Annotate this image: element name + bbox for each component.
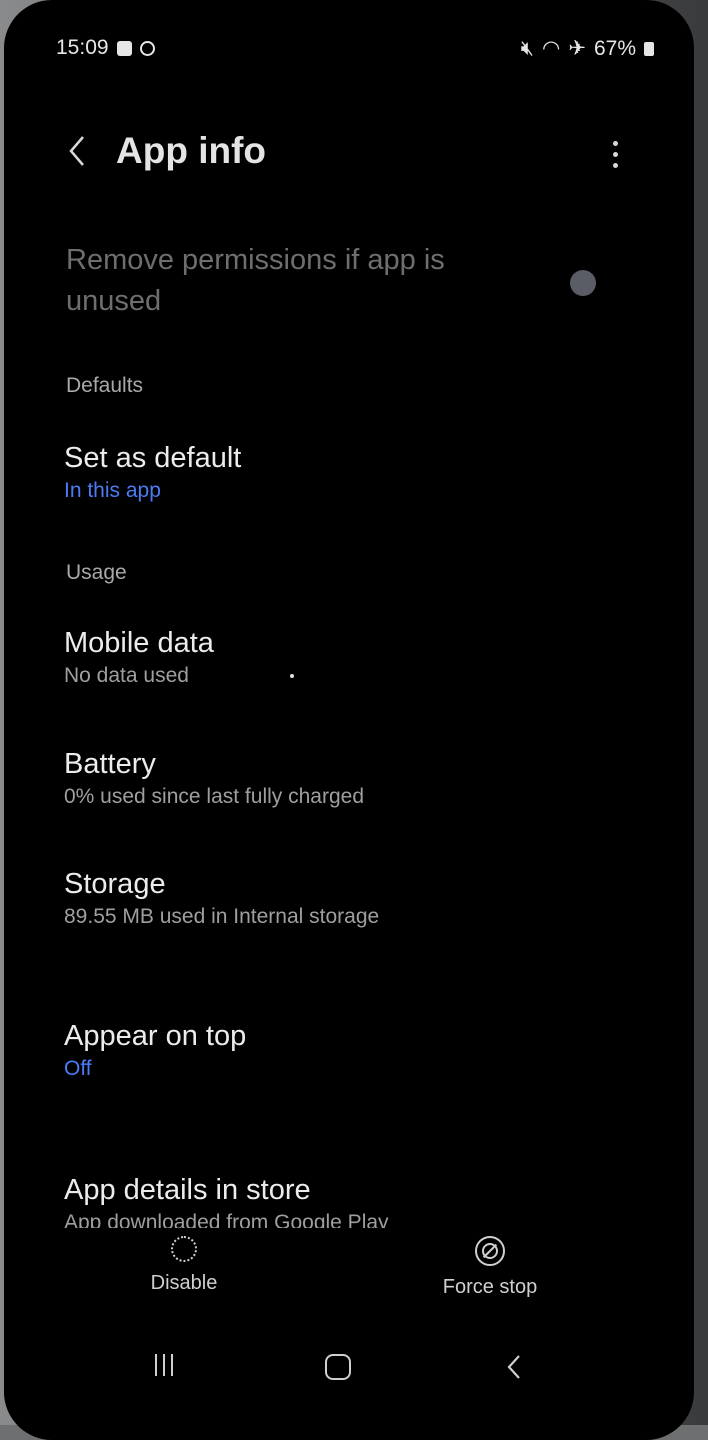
set-as-default-subtitle: In this app bbox=[64, 479, 161, 502]
mobile-data-subtitle: No data used bbox=[64, 664, 189, 687]
battery-item[interactable]: Battery 0% used since last fully charged bbox=[64, 746, 364, 812]
force-stop-button[interactable]: Force stop bbox=[426, 1236, 554, 1299]
appear-on-top-subtitle: Off bbox=[64, 1057, 92, 1080]
disable-icon bbox=[171, 1236, 197, 1262]
mobile-data-item[interactable]: Mobile data No data used bbox=[64, 625, 214, 691]
touch-dot bbox=[290, 674, 294, 678]
mute-icon: 🔇︎ bbox=[520, 36, 535, 60]
sync-icon bbox=[139, 40, 155, 56]
remove-permissions-row[interactable]: Remove permissions if app is unused bbox=[50, 232, 634, 334]
battery-subtitle: 0% used since last fully charged bbox=[64, 785, 364, 808]
recents-icon bbox=[152, 1353, 176, 1381]
airplane-icon: ✈ bbox=[568, 37, 586, 60]
remove-permissions-toggle[interactable] bbox=[570, 270, 596, 296]
set-as-default-item[interactable]: Set as default In this app bbox=[64, 440, 241, 506]
notification-icon bbox=[116, 40, 132, 56]
force-stop-label: Force stop bbox=[442, 1276, 538, 1298]
chevron-left-icon bbox=[69, 136, 84, 166]
app-details-title: App details in store bbox=[64, 1174, 311, 1206]
disable-label: Disable bbox=[150, 1272, 218, 1294]
home-icon bbox=[325, 1354, 351, 1380]
mobile-data-title: Mobile data bbox=[64, 627, 214, 659]
disable-button[interactable]: Disable bbox=[134, 1236, 234, 1295]
more-options-button[interactable] bbox=[598, 120, 632, 188]
recents-button[interactable] bbox=[146, 1342, 182, 1392]
nav-back-button[interactable] bbox=[494, 1342, 534, 1392]
app-details-subtitle: App downloaded from Google Play bbox=[64, 1211, 389, 1228]
appear-on-top-title: Appear on top bbox=[64, 1020, 247, 1052]
force-stop-icon bbox=[475, 1236, 505, 1266]
battery-percent: 67% bbox=[593, 36, 636, 60]
set-as-default-title: Set as default bbox=[64, 442, 242, 474]
wifi-icon: ◠ bbox=[542, 37, 561, 60]
section-header-defaults: Defaults bbox=[66, 374, 144, 397]
more-vert-icon bbox=[612, 140, 618, 146]
battery-icon bbox=[644, 41, 654, 56]
storage-subtitle: 89.55 MB used in Internal storage bbox=[64, 905, 380, 928]
status-time: 15:09 bbox=[56, 36, 109, 59]
back-button[interactable] bbox=[60, 118, 94, 184]
page-title: App info bbox=[116, 130, 267, 171]
storage-item[interactable]: Storage 89.55 MB used in Internal storag… bbox=[64, 866, 379, 932]
remove-permissions-label: Remove permissions if app is unused bbox=[66, 244, 445, 317]
app-details-item[interactable]: App details in store App downloaded from… bbox=[64, 1172, 389, 1228]
back-nav-icon bbox=[507, 1355, 520, 1379]
storage-title: Storage bbox=[64, 868, 166, 900]
section-header-usage: Usage bbox=[66, 561, 127, 584]
bottom-action-bar: Disable Force stop bbox=[4, 1236, 694, 1316]
appear-on-top-item[interactable]: Appear on top Off bbox=[64, 1018, 246, 1084]
home-button[interactable] bbox=[312, 1342, 364, 1392]
battery-title: Battery bbox=[64, 748, 156, 780]
phone-screen: 15:09 🔇︎ ◠ ✈ 67% App info Remove permiss… bbox=[4, 0, 694, 1440]
status-bar: 15:09 🔇︎ ◠ ✈ 67% bbox=[56, 36, 654, 64]
